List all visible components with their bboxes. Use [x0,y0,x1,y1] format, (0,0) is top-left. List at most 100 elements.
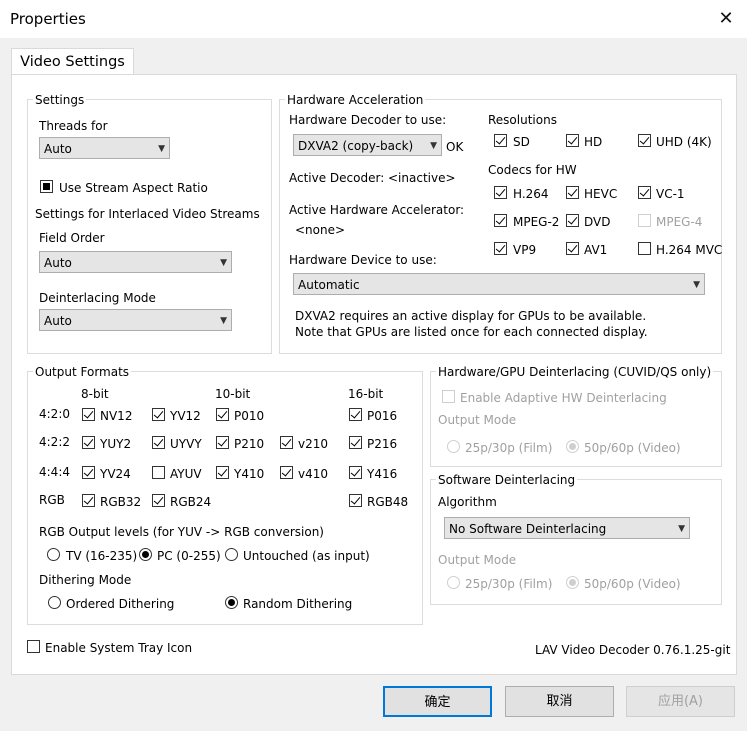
interlaced-heading: Settings for Interlaced Video Streams [35,207,260,221]
chevron-down-icon: ▼ [220,316,227,326]
codec-vp9-checkbox[interactable] [494,242,507,255]
hw-deint-film-radio[interactable] [447,440,460,453]
fmt-rgb48-label: RGB48 [367,495,409,509]
sw-algo-dropdown[interactable]: No Software Deinterlacing ▼ [444,517,690,539]
res-sd-checkbox[interactable] [494,134,507,147]
window-title: Properties [10,10,86,28]
fmt-p210-checkbox[interactable] [216,436,229,449]
fmt-rgb32-checkbox[interactable] [82,494,95,507]
hw-decoder-label: Hardware Decoder to use: [289,113,447,127]
fmt-y416-checkbox[interactable] [349,466,362,479]
title-bar [0,0,747,38]
hw-decoder-status: OK [446,140,464,154]
res-hd-checkbox[interactable] [566,134,579,147]
codec-h264-label: H.264 [513,187,549,201]
hw-decoder-value: DXVA2 (copy-back) [298,139,414,153]
levels-tv-radio[interactable] [47,548,60,561]
sw-video-label: 50p/60p (Video) [584,577,681,591]
codec-dvd-checkbox[interactable] [566,214,579,227]
stream-aspect-checkbox[interactable] [40,180,53,193]
fmt-yv24-checkbox[interactable] [82,466,95,479]
ok-button[interactable]: 确定 [383,686,492,717]
row-420: 4:2:0 [39,407,70,421]
dithering-label: Dithering Mode [39,573,132,587]
tray-icon-checkbox[interactable] [27,640,40,653]
hw-deint-title: Hardware/GPU Deinterlacing (CUVID/QS onl… [436,365,714,379]
hw-deint-film-label: 25p/30p (Film) [465,441,553,455]
rgb-levels-label: RGB Output levels (for YUV -> RGB conver… [39,525,324,539]
fmt-v210-checkbox[interactable] [280,436,293,449]
res-uhd-label: UHD (4K) [656,135,712,149]
version-label: LAV Video Decoder 0.76.1.25-git [535,643,731,657]
deint-mode-dropdown[interactable]: Auto ▼ [39,309,232,331]
levels-pc-radio[interactable] [139,548,152,561]
codec-h264mvc-label: H.264 MVC [656,243,723,257]
fmt-rgb48-checkbox[interactable] [349,494,362,507]
threads-dropdown[interactable]: Auto ▼ [39,137,170,159]
fmt-rgb24-checkbox[interactable] [152,494,165,507]
fmt-v410-checkbox[interactable] [280,466,293,479]
fmt-yv24-label: YV24 [100,467,131,481]
codec-mpeg4-checkbox[interactable] [638,214,651,227]
dither-ordered-label: Ordered Dithering [66,597,175,611]
fmt-uyvy-checkbox[interactable] [152,436,165,449]
col-10bit: 10-bit [215,387,251,401]
field-order-label: Field Order [39,231,105,245]
chevron-down-icon: ▼ [693,280,700,290]
deint-mode-value: Auto [44,314,72,328]
levels-untouched-label: Untouched (as input) [243,549,370,563]
active-decoder-value: <inactive> [388,171,456,185]
fmt-p216-checkbox[interactable] [349,436,362,449]
codec-h264-checkbox[interactable] [494,186,507,199]
output-formats-title: Output Formats [33,365,132,379]
fmt-rgb24-label: RGB24 [170,495,212,509]
tab-video-settings[interactable]: Video Settings [11,48,134,76]
fmt-ayuv-checkbox[interactable] [152,466,165,479]
fmt-p016-checkbox[interactable] [349,408,362,421]
fmt-yuy2-checkbox[interactable] [82,436,95,449]
levels-pc-label: PC (0-255) [157,549,221,563]
codec-vc1-checkbox[interactable] [638,186,651,199]
chevron-down-icon: ▼ [678,524,685,534]
sw-mode-label: Output Mode [438,553,517,567]
levels-untouched-radio[interactable] [225,548,238,561]
codec-hevc-label: HEVC [584,187,618,201]
apply-button[interactable]: 应用(A) [626,686,735,717]
fmt-v410-label: v410 [298,467,329,481]
tray-icon-label: Enable System Tray Icon [45,641,193,655]
hw-deint-video-radio[interactable] [566,440,579,453]
fmt-nv12-checkbox[interactable] [82,408,95,421]
codec-mpeg2-checkbox[interactable] [494,214,507,227]
codec-hevc-checkbox[interactable] [566,186,579,199]
sw-film-radio[interactable] [447,576,460,589]
fmt-p010-checkbox[interactable] [216,408,229,421]
row-444: 4:4:4 [39,465,70,479]
codec-h264mvc-checkbox[interactable] [638,242,651,255]
sw-video-radio[interactable] [566,576,579,589]
fmt-yv12-checkbox[interactable] [152,408,165,421]
stream-aspect-label: Use Stream Aspect Ratio [59,181,208,195]
sw-algo-value: No Software Deinterlacing [449,522,607,536]
codec-mpeg4-label: MPEG-4 [656,215,703,229]
hw-accel-title: Hardware Acceleration [285,93,426,107]
hw-decoder-dropdown[interactable]: DXVA2 (copy-back) ▼ [293,134,442,156]
dither-random-radio[interactable] [225,596,238,609]
chevron-down-icon: ▼ [158,144,165,154]
row-rgb: RGB [39,493,65,507]
hw-deint-enable-label: Enable Adaptive HW Deinterlacing [460,391,667,405]
fmt-y410-checkbox[interactable] [216,466,229,479]
codec-dvd-label: DVD [584,215,611,229]
dither-ordered-radio[interactable] [48,596,61,609]
fmt-p210-label: P210 [234,437,265,451]
row-422: 4:2:2 [39,435,70,449]
field-order-dropdown[interactable]: Auto ▼ [39,251,232,273]
hw-deint-video-label: 50p/60p (Video) [584,441,681,455]
cancel-button[interactable]: 取消 [505,686,614,717]
hw-device-dropdown[interactable]: Automatic ▼ [293,273,705,295]
res-uhd-checkbox[interactable] [638,134,651,147]
codec-vp9-label: VP9 [513,243,537,257]
codec-mpeg2-label: MPEG-2 [513,215,560,229]
codec-av1-checkbox[interactable] [566,242,579,255]
hw-deint-enable-checkbox[interactable] [442,390,455,403]
close-button[interactable]: ✕ [708,3,744,35]
